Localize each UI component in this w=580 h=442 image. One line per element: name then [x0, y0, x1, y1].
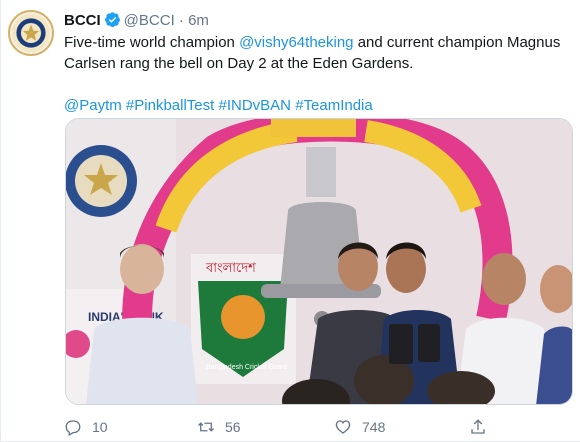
- author-name[interactable]: BCCI: [64, 12, 101, 29]
- reply-icon: [65, 420, 81, 436]
- badge-text: Bangladesh Cricket Board: [206, 364, 287, 371]
- retweet-button[interactable]: 56: [197, 416, 241, 438]
- heart-icon: [335, 420, 351, 434]
- retweet-icon: [198, 422, 214, 432]
- share-button[interactable]: [469, 416, 497, 438]
- bcci-wall-logo: [66, 145, 137, 217]
- hashtag-link[interactable]: @Paytm: [64, 97, 122, 114]
- like-count: 748: [362, 419, 386, 435]
- tweet-text: Five-time world champion @vishy64theking…: [64, 32, 569, 116]
- author-handle[interactable]: @BCCI: [124, 12, 175, 29]
- share-icon: [471, 419, 485, 434]
- tweet-photo[interactable]: INDIA'S PINK বাংলাদেশ Bangladesh Cricket…: [65, 118, 573, 405]
- like-button[interactable]: 748: [334, 416, 385, 438]
- verified-badge-icon: [104, 12, 120, 28]
- reply-count: 10: [92, 419, 108, 435]
- tweet-header: BCCI @BCCI · 6m: [64, 11, 209, 31]
- text-prefix: Five-time world champion: [64, 34, 240, 51]
- hashtag-link[interactable]: #PinkballTest: [126, 97, 214, 114]
- retweet-count: 56: [225, 419, 241, 435]
- tweet-actions: 10 56 748: [64, 416, 534, 438]
- banner-text: বাংলাদেশ: [205, 261, 256, 276]
- timestamp[interactable]: 6m: [188, 12, 209, 29]
- mention-link[interactable]: @vishy64theking: [239, 34, 353, 51]
- bcci-avatar[interactable]: [8, 10, 54, 56]
- separator: ·: [178, 12, 184, 29]
- tweet[interactable]: BCCI @BCCI · 6m Five-time world champion …: [0, 0, 580, 442]
- hashtag-link[interactable]: #TeamIndia: [295, 97, 373, 114]
- reply-button[interactable]: 10: [64, 416, 108, 438]
- hashtag-link[interactable]: #INDvBAN: [218, 97, 291, 114]
